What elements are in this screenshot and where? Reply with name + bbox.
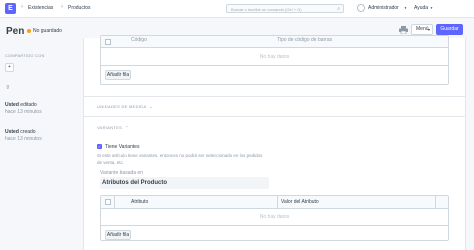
add-share-button[interactable]: + [5,63,14,72]
created-info: Usted creado hace 13 minutos [5,129,65,143]
select-all-checkbox[interactable] [105,199,111,205]
add-row-button[interactable]: Añadir fila [105,230,131,240]
variant-based-on-label: Variante basada en [100,170,143,176]
section-divider [84,116,465,117]
table-footer: Añadir fila [101,65,448,80]
form-card: Código Tipo de código de barras No hay d… [83,35,466,250]
section-title: VARIANTES [97,125,123,130]
section-title: UNIDADES DE MEDIDA [97,104,147,109]
save-button[interactable]: Guardar [436,24,463,35]
breadcrumb-existencias[interactable]: Existencias [28,5,53,11]
table-footer: Añadir fila [101,225,448,240]
caret-down-icon: ▾ [427,27,430,32]
tiene-variantes-label: Tiene Variantes [105,144,140,150]
edited-info: Usted editado hace 13 minutos [5,102,65,116]
table-empty-text: No hay datos [259,214,290,220]
search-placeholder: Buscar o escribir un comando (Ctrl + G) [231,7,302,12]
user-menu[interactable]: Administrador [368,5,399,11]
search-icon: ⌕ [337,6,340,12]
edited-by[interactable]: Usted [5,102,19,108]
tiene-variantes-checkbox[interactable]: ✓ [97,144,102,149]
column-divider [277,196,278,208]
status-dot-icon [27,29,31,33]
chevron-down-icon: ▼ [430,6,433,10]
section-variantes[interactable]: VARIANTES ⌃ [97,125,129,130]
table-header: Atributo Valor del Atributo [101,196,448,209]
filter-icon[interactable]: ⊽ [6,85,10,91]
created-action: creado [20,129,36,135]
attributes-table: Atributo Valor del Atributo No hay datos… [100,195,449,241]
app-logo[interactable]: E [5,3,16,14]
help-menu[interactable]: Ayuda [414,5,428,11]
chevron-down-icon: ⌄ [149,104,154,109]
navbar: E › Existencias › Productos Buscar o esc… [0,0,474,18]
table-header: Código Tipo de código de barras [101,36,448,48]
breadcrumb-productos[interactable]: Productos [68,5,91,11]
column-header-valor: Valor del Atributo [281,199,319,205]
shared-with-label: COMPARTIDO CON [5,53,45,58]
chevron-down-icon: ▼ [404,6,407,10]
section-unidades-de-medida[interactable]: UNIDADES DE MEDIDA ⌄ [97,104,153,109]
column-header-tipo: Tipo de código de barras [277,37,333,43]
section-divider [84,96,465,97]
column-header-codigo: Código [131,37,147,43]
chevron-right-icon: › [21,4,23,10]
add-row-button[interactable]: Añadir fila [105,70,131,80]
select-all-checkbox[interactable] [105,39,111,45]
user-avatar[interactable] [357,4,365,12]
column-header-atributo: Atributo [131,199,149,205]
menu-button[interactable]: Menú ▾ [411,24,433,35]
barcodes-table: Código Tipo de código de barras No hay d… [100,35,449,85]
created-time: hace 13 minutos [5,136,42,142]
menu-button-label: Menú [416,26,429,32]
help-text: Si este artículo tiene variantes, entonc… [97,153,263,165]
chevron-right-icon: › [61,4,63,10]
print-icon[interactable] [399,26,408,34]
column-divider [114,196,115,208]
search-input[interactable]: Buscar o escribir un comando (Ctrl + G) … [226,4,344,13]
column-divider [435,196,436,208]
edited-time: hace 13 minutos [5,109,42,115]
status-badge: No guardado [33,28,62,34]
created-by[interactable]: Usted [5,129,19,135]
variant-based-on-select[interactable]: Atributos del Producto [100,177,269,189]
page-title: Pen [6,26,25,37]
edited-action: editado [20,102,37,108]
table-empty-text: No hay datos [259,54,290,60]
chevron-up-icon: ⌃ [125,125,129,130]
